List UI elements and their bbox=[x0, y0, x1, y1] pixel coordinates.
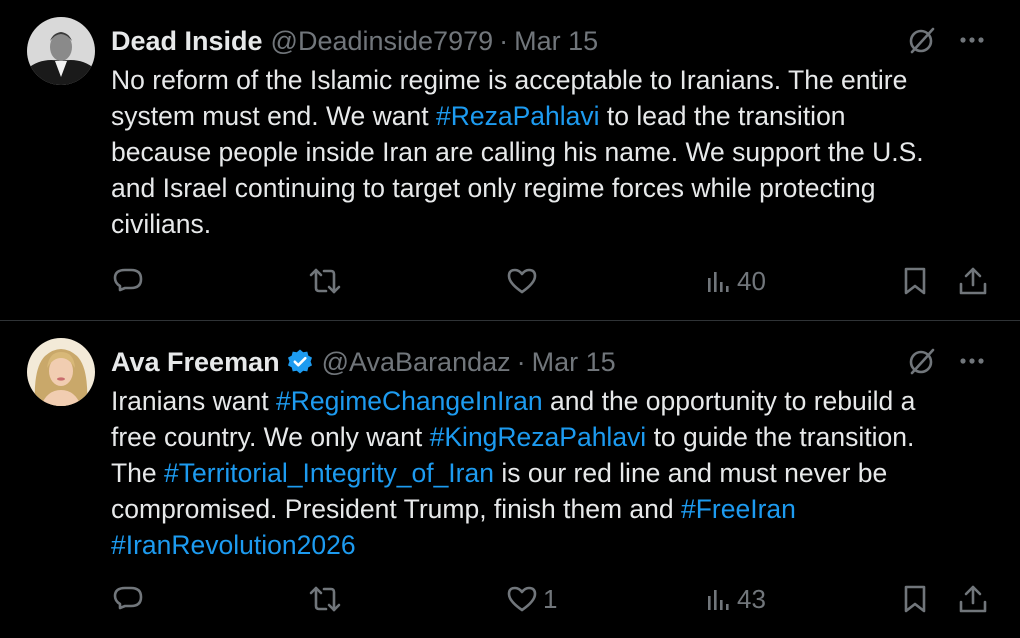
author-name[interactable]: Dead Inside bbox=[111, 26, 263, 57]
tweet-date[interactable]: Mar 15 bbox=[532, 347, 616, 378]
views-count: 40 bbox=[737, 265, 766, 296]
hashtag-link[interactable]: #RegimeChangeInIran bbox=[276, 386, 543, 416]
tweet-top-actions bbox=[906, 24, 986, 56]
tweet-header: Ava Freeman @AvaBarandaz · Mar 15 bbox=[111, 345, 616, 379]
views-count: 43 bbox=[737, 583, 766, 614]
heart-icon bbox=[505, 582, 539, 616]
bookmark-icon bbox=[899, 582, 931, 616]
share-upload-icon bbox=[956, 582, 990, 616]
author-handle[interactable]: @Deadinside7979 bbox=[271, 26, 494, 57]
heart-icon bbox=[505, 264, 539, 298]
avatar[interactable] bbox=[27, 338, 95, 406]
more-dots-icon[interactable] bbox=[958, 347, 986, 375]
verified-badge-icon[interactable] bbox=[286, 348, 314, 376]
tweet-text-line: because people inside Iran are calling h… bbox=[111, 134, 1001, 170]
tweet-top-actions bbox=[906, 345, 986, 377]
share-button[interactable] bbox=[956, 261, 990, 301]
reply-button[interactable] bbox=[111, 261, 149, 301]
text-segment: civilians. bbox=[111, 209, 212, 239]
grok-slash-circle-icon[interactable] bbox=[906, 345, 938, 377]
text-segment: free country. We only want bbox=[111, 422, 430, 452]
tweet-date[interactable]: Mar 15 bbox=[514, 26, 598, 57]
text-segment: is our red line and must never be bbox=[493, 458, 888, 488]
timeline-feed: Dead Inside @Deadinside7979 · Mar 15 No … bbox=[0, 0, 1020, 638]
like-button[interactable]: 1 bbox=[505, 579, 557, 619]
avatar[interactable] bbox=[27, 17, 95, 85]
text-segment: to guide the transition. bbox=[646, 422, 915, 452]
grok-slash-circle-icon[interactable] bbox=[906, 24, 938, 56]
text-segment: compromised. President Trump, finish the… bbox=[111, 494, 681, 524]
bookmark-button[interactable] bbox=[899, 261, 931, 301]
views-bars-icon bbox=[703, 264, 733, 298]
repost-button[interactable] bbox=[307, 579, 347, 619]
tweet-card[interactable]: Dead Inside @Deadinside7979 · Mar 15 No … bbox=[0, 0, 1020, 320]
tweet-header: Dead Inside @Deadinside7979 · Mar 15 bbox=[111, 24, 598, 58]
author-name[interactable]: Ava Freeman bbox=[111, 347, 280, 378]
hashtag-link[interactable]: #RezaPahlavi bbox=[436, 101, 600, 131]
repost-arrows-icon bbox=[307, 264, 343, 298]
reply-button[interactable] bbox=[111, 579, 149, 619]
like-count: 1 bbox=[543, 583, 558, 614]
hashtag-link[interactable]: #FreeIran bbox=[681, 494, 796, 524]
tweet-text: No reform of the Islamic regime is accep… bbox=[111, 62, 1001, 242]
bookmark-button[interactable] bbox=[899, 579, 931, 619]
repost-button[interactable] bbox=[307, 261, 347, 301]
reply-bubble-icon bbox=[111, 582, 145, 616]
more-dots-icon[interactable] bbox=[958, 26, 986, 54]
tweet-text-line: civilians. bbox=[111, 206, 1001, 242]
views-button[interactable]: 40 bbox=[703, 261, 766, 301]
text-segment: system must end. We want bbox=[111, 101, 436, 131]
tweet-text-line: Iranians want #RegimeChangeInIran and th… bbox=[111, 383, 1001, 419]
tweet-card[interactable]: Ava Freeman @AvaBarandaz · Mar 15 Irania… bbox=[0, 321, 1020, 638]
reply-bubble-icon bbox=[111, 264, 145, 298]
hashtag-link[interactable]: #KingRezaPahlavi bbox=[430, 422, 647, 452]
tweet-text-line: #IranRevolution2026 bbox=[111, 527, 1001, 563]
views-bars-icon bbox=[703, 582, 733, 616]
share-upload-icon bbox=[956, 264, 990, 298]
tweet-text-line: system must end. We want #RezaPahlavi to… bbox=[111, 98, 1001, 134]
tweet-action-bar: 1 43 bbox=[111, 579, 991, 619]
views-button[interactable]: 43 bbox=[703, 579, 766, 619]
repost-arrows-icon bbox=[307, 582, 343, 616]
text-segment: The bbox=[111, 458, 165, 488]
text-segment: Iranians want bbox=[111, 386, 276, 416]
text-segment: to lead the transition bbox=[599, 101, 846, 131]
tweet-text-line: compromised. President Trump, finish the… bbox=[111, 491, 1001, 527]
tweet-text: Iranians want #RegimeChangeInIran and th… bbox=[111, 383, 1001, 563]
hashtag-link[interactable]: #Territorial_Integrity_of_Iran bbox=[164, 458, 494, 488]
text-segment: because people inside Iran are calling h… bbox=[111, 137, 924, 167]
separator-dot: · bbox=[499, 25, 509, 56]
like-button[interactable] bbox=[505, 261, 543, 301]
bookmark-icon bbox=[899, 264, 931, 298]
text-segment: No reform of the Islamic regime is accep… bbox=[111, 65, 908, 95]
share-button[interactable] bbox=[956, 579, 990, 619]
tweet-text-line: No reform of the Islamic regime is accep… bbox=[111, 62, 1001, 98]
text-segment: and Israel continuing to target only reg… bbox=[111, 173, 876, 203]
hashtag-link[interactable]: #IranRevolution2026 bbox=[111, 530, 356, 560]
tweet-text-line: The #Territorial_Integrity_of_Iran is ou… bbox=[111, 455, 1001, 491]
tweet-text-line: free country. We only want #KingRezaPahl… bbox=[111, 419, 1001, 455]
tweet-action-bar: 40 bbox=[111, 261, 991, 301]
text-segment: and the opportunity to rebuild a bbox=[542, 386, 916, 416]
author-handle[interactable]: @AvaBarandaz bbox=[322, 347, 511, 378]
separator-dot: · bbox=[516, 346, 526, 377]
tweet-text-line: and Israel continuing to target only reg… bbox=[111, 170, 1001, 206]
